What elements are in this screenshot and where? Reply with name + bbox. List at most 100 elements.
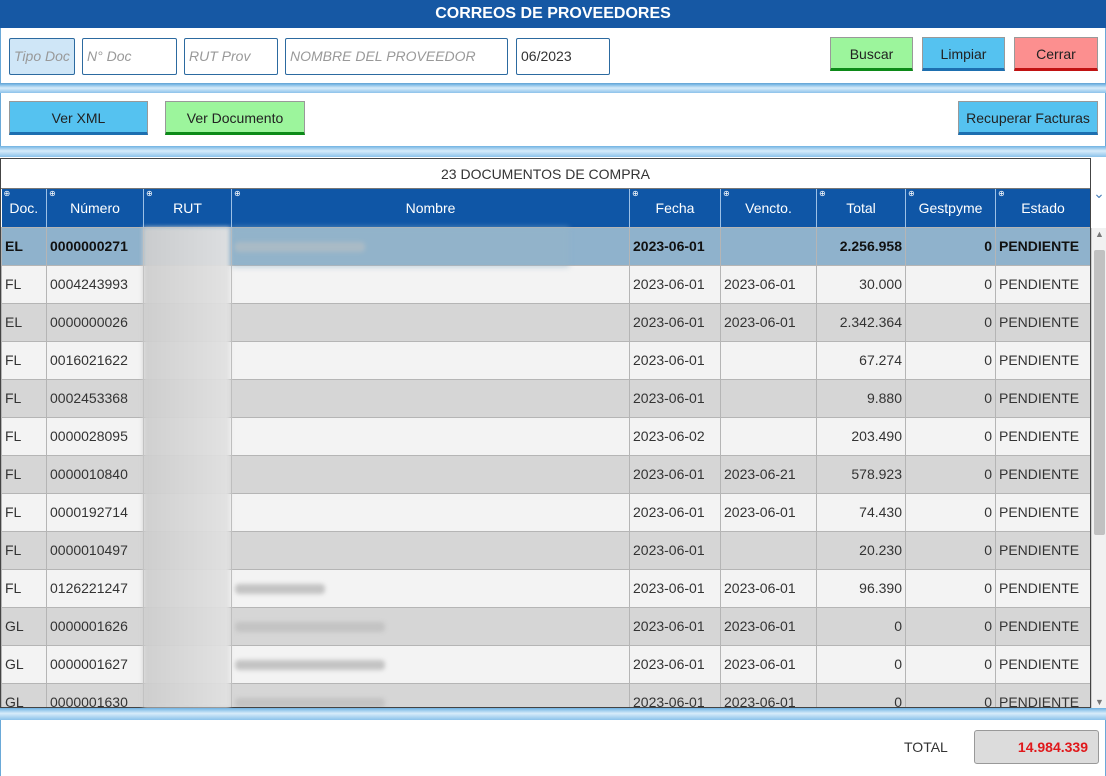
redacted-name [235, 660, 385, 671]
col-header-label: Nombre [405, 199, 456, 216]
total-cell: 20.230 [816, 530, 906, 570]
doc-cell: GL [1, 644, 47, 684]
gestpyme-cell: 0 [905, 606, 996, 646]
nombre-cell [231, 568, 630, 608]
table-header-row: ⊕ Doc. ⊕ Número ⊕ RUT ⊕ Nombre ⊕ Fecha ⊕ Venct… [1, 189, 1090, 227]
col-header-fecha[interactable]: ⊕ Fecha [629, 189, 721, 227]
numero-cell: 0004243993 [46, 264, 144, 304]
sort-icon: ⊕ [146, 189, 153, 198]
sort-icon: ⊕ [632, 189, 639, 198]
table-row[interactable]: FL 0000028095 2023-06-02 203.490 0 PENDIENTE [1, 416, 1090, 456]
limpiar-button[interactable]: Limpiar [922, 37, 1005, 71]
doc-cell: EL [1, 226, 47, 266]
vencto-cell: 2023-06-01 [720, 682, 817, 707]
rut-prov-input[interactable]: RUT Prov [184, 38, 278, 75]
rut-cell [143, 416, 232, 456]
rut-cell [143, 302, 232, 342]
scrollbar-thumb[interactable] [1094, 250, 1105, 535]
estado-cell: PENDIENTE [995, 606, 1090, 646]
col-header-total[interactable]: ⊕ Total [816, 189, 906, 227]
total-cell: 96.390 [816, 568, 906, 608]
grid-scrollbar[interactable]: ▲ ▼ [1091, 228, 1106, 708]
nombre-cell [231, 264, 630, 304]
vencto-cell [720, 340, 817, 380]
vencto-cell [720, 378, 817, 418]
table-row[interactable]: FL 0000010840 2023-06-01 2023-06-21 578.923 0… [1, 454, 1090, 494]
action-bar: Ver XML Ver Documento Recuperar Facturas [0, 93, 1106, 146]
nombre-cell [231, 606, 630, 646]
col-header-gestpyme[interactable]: ⊕ Gestpyme [905, 189, 996, 227]
col-header-label: RUT [173, 199, 202, 216]
col-header-nombre[interactable]: ⊕ Nombre [231, 189, 630, 227]
gestpyme-cell: 0 [905, 568, 996, 608]
gestpyme-cell: 0 [905, 378, 996, 418]
ver-documento-button[interactable]: Ver Documento [165, 101, 305, 135]
col-header-rut[interactable]: ⊕ RUT [143, 189, 232, 227]
gestpyme-cell: 0 [905, 530, 996, 570]
total-label: TOTAL [904, 739, 948, 755]
numero-cell: 0000010497 [46, 530, 144, 570]
tipo-doc-input[interactable]: Tipo Doc [9, 38, 75, 75]
fecha-cell: 2023-06-01 [629, 568, 721, 608]
table-row[interactable]: EL 0000000026 2023-06-01 2023-06-01 2.342.36… [1, 302, 1090, 342]
sort-icon: ⊕ [49, 189, 56, 198]
col-header-label: Estado [1021, 199, 1065, 216]
gestpyme-cell: 0 [905, 226, 996, 266]
window-title: CORREOS DE PROVEEDORES [0, 0, 1106, 28]
buscar-button[interactable]: Buscar [830, 37, 913, 71]
sort-icon: ⊕ [819, 189, 826, 198]
estado-cell: PENDIENTE [995, 226, 1090, 266]
estado-cell: PENDIENTE [995, 264, 1090, 304]
nombre-proveedor-input[interactable]: NOMBRE DEL PROVEEDOR [285, 38, 508, 75]
table-row[interactable]: EL 0000000271 2023-06-01 2.256.958 0 PENDIENT… [1, 226, 1090, 266]
doc-cell: FL [1, 378, 47, 418]
estado-cell: PENDIENTE [995, 416, 1090, 456]
numero-cell: 0000000271 [46, 226, 144, 266]
fecha-cell: 2023-06-01 [629, 454, 721, 494]
col-header-vencto[interactable]: ⊕ Vencto. [720, 189, 817, 227]
rut-cell [143, 340, 232, 380]
total-cell: 0 [816, 644, 906, 684]
chevron-down-icon[interactable]: ⌄ [1092, 185, 1106, 202]
redacted-name [235, 242, 365, 253]
filter-bar: Tipo Doc N° Doc RUT Prov NOMBRE DEL PROV… [0, 28, 1106, 84]
numero-cell: 0000001626 [46, 606, 144, 646]
fecha-cell: 2023-06-01 [629, 378, 721, 418]
scroll-down-arrow-icon[interactable]: ▼ [1093, 697, 1106, 707]
table-row[interactable]: GL 0000001627 2023-06-01 2023-06-01 0 0 PENDIE… [1, 644, 1090, 684]
table-row[interactable]: GL 0000001626 2023-06-01 2023-06-01 0 0 PENDIE… [1, 606, 1090, 646]
vencto-cell: 2023-06-01 [720, 302, 817, 342]
col-header-doc[interactable]: ⊕ Doc. [1, 189, 47, 227]
separator [0, 84, 1106, 93]
ver-xml-button[interactable]: Ver XML [9, 101, 148, 135]
rut-cell [143, 226, 232, 266]
table-row[interactable]: GL 0000001630 2023-06-01 2023-06-01 0 0 PENDIE… [1, 682, 1090, 707]
recuperar-facturas-button[interactable]: Recuperar Facturas [958, 101, 1098, 135]
table-row[interactable]: FL 0002453368 2023-06-01 9.880 0 PENDIENTE [1, 378, 1090, 418]
footer-bar: TOTAL 14.984.339 [0, 720, 1106, 776]
nombre-cell [231, 530, 630, 570]
doc-cell: FL [1, 416, 47, 456]
periodo-input[interactable]: 06/2023 [516, 38, 610, 75]
doc-cell: FL [1, 568, 47, 608]
documents-grid: 23 DOCUMENTOS DE COMPRA ⊕ Doc. ⊕ Número ⊕ R… [0, 158, 1091, 708]
rut-cell [143, 530, 232, 570]
doc-cell: FL [1, 454, 47, 494]
scroll-up-arrow-icon[interactable]: ▲ [1093, 229, 1106, 239]
cerrar-button[interactable]: Cerrar [1014, 37, 1098, 71]
col-header-numero[interactable]: ⊕ Número [46, 189, 144, 227]
table-row[interactable]: FL 0000192714 2023-06-01 2023-06-01 74.430 0 P… [1, 492, 1090, 532]
separator [0, 708, 1106, 720]
num-doc-input[interactable]: N° Doc [82, 38, 177, 75]
table-row[interactable]: FL 0004243993 2023-06-01 2023-06-01 30.000 0 P… [1, 264, 1090, 304]
estado-cell: PENDIENTE [995, 492, 1090, 532]
table-row[interactable]: FL 0126221247 2023-06-01 2023-06-01 96.390 0 P… [1, 568, 1090, 608]
nombre-cell [231, 302, 630, 342]
table-row[interactable]: FL 0016021622 2023-06-01 67.274 0 PENDIENTE [1, 340, 1090, 380]
total-cell: 30.000 [816, 264, 906, 304]
doc-cell: FL [1, 340, 47, 380]
gestpyme-cell: 0 [905, 340, 996, 380]
col-header-estado[interactable]: ⊕ Estado [995, 189, 1090, 227]
table-row[interactable]: FL 0000010497 2023-06-01 20.230 0 PENDIENTE [1, 530, 1090, 570]
sort-icon: ⊕ [723, 189, 730, 198]
